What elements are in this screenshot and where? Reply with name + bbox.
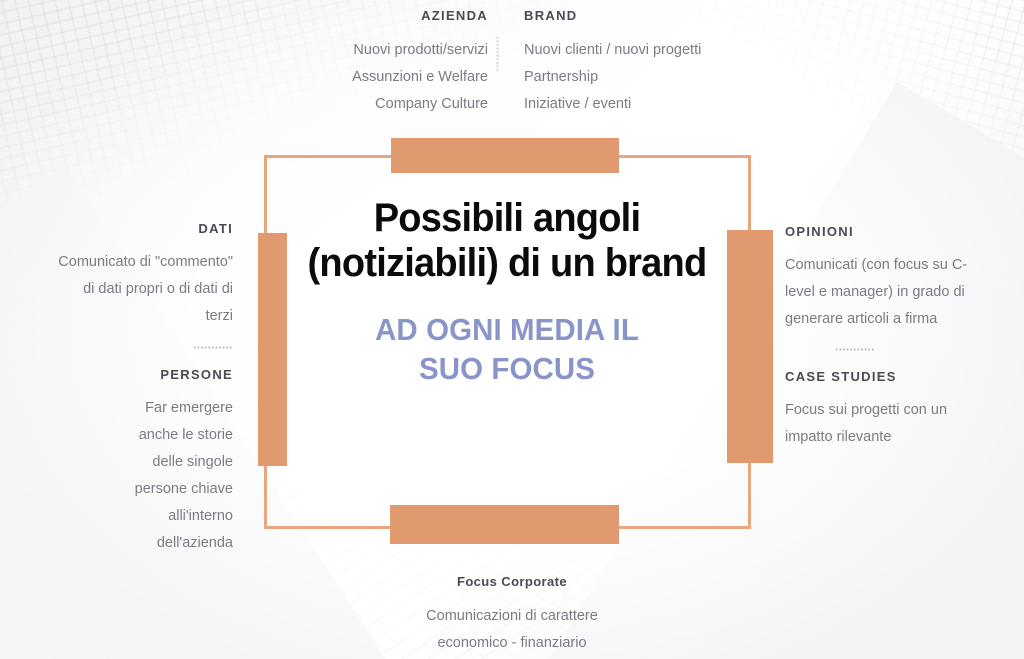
orange-block-bottom xyxy=(390,505,619,544)
case-studies-item: impatto rilevante xyxy=(785,429,892,445)
slide-subtitle: AD OGNI MEDIA IL SUO FOCUS xyxy=(293,310,721,388)
opinioni-item: level e manager) in grado di xyxy=(785,284,965,300)
dotted-divider-icon xyxy=(193,346,233,349)
brand-item: Partnership xyxy=(524,69,599,85)
persone-item: alli'interno xyxy=(168,508,233,524)
case-studies-item: Focus sui progetti con un xyxy=(785,402,948,418)
orange-block-top xyxy=(391,138,619,173)
focus-corporate-item: Comunicazioni di carattere xyxy=(426,608,598,624)
orange-block-right xyxy=(727,230,773,463)
top-column-divider xyxy=(496,36,499,73)
case-studies-group: CASE STUDIES Focus sui progetti con un i… xyxy=(785,369,985,451)
slide-title-line1: Possibili angoli xyxy=(373,196,641,240)
dati-item: Comunicato di "commento" xyxy=(58,254,233,270)
azienda-column: AZIENDA Nuovi prodotti/servizi Assunzion… xyxy=(344,8,488,118)
azienda-item: Company Culture xyxy=(375,96,488,112)
persone-item: dell'azienda xyxy=(156,535,233,551)
persone-heading: PERSONE xyxy=(160,367,233,382)
persone-item: persone chiave xyxy=(134,481,233,497)
opinioni-item: Comunicati (con focus su C- xyxy=(785,257,968,273)
persone-group: PERSONE Far emergere anche le storie del… xyxy=(20,367,233,557)
slide-title-line2: (notiziabili) di un brand xyxy=(307,241,708,285)
dotted-divider-icon xyxy=(835,348,875,351)
slide-subtitle-line1: AD OGNI MEDIA IL xyxy=(375,312,639,347)
bottom-section: Focus Corporate Comunicazioni di caratte… xyxy=(357,574,667,657)
dati-heading: DATI xyxy=(198,221,233,236)
dati-item: di dati propri o di dati di xyxy=(83,281,233,297)
center-section: Possibili angoli (notiziabili) di un bra… xyxy=(282,196,732,388)
right-section: OPINIONI Comunicati (con focus su C- lev… xyxy=(785,224,985,451)
persone-item: anche le storie xyxy=(138,427,233,443)
persone-item: Far emergere xyxy=(145,400,233,416)
focus-corporate-heading: Focus Corporate xyxy=(456,574,567,589)
slide-subtitle-line2: SUO FOCUS xyxy=(419,351,595,386)
focus-corporate-item: economico - finanziario xyxy=(437,635,587,651)
brand-item: Nuovi clienti / nuovi progetti xyxy=(524,42,702,58)
opinioni-item: generare articoli a firma xyxy=(785,311,938,327)
persone-item: delle singole xyxy=(152,454,233,470)
brand-item: Iniziative / eventi xyxy=(524,96,632,112)
left-section: DATI Comunicato di "commento" di dati pr… xyxy=(20,221,233,557)
brand-heading: BRAND xyxy=(524,8,578,23)
brand-column: BRAND Nuovi clienti / nuovi progetti Par… xyxy=(524,8,724,118)
azienda-item: Assunzioni e Welfare xyxy=(352,69,488,85)
opinioni-heading: OPINIONI xyxy=(785,224,854,239)
top-section: AZIENDA Nuovi prodotti/servizi Assunzion… xyxy=(344,8,724,118)
azienda-heading: AZIENDA xyxy=(421,8,488,23)
slide-title: Possibili angoli (notiziabili) di un bra… xyxy=(293,196,721,286)
case-studies-heading: CASE STUDIES xyxy=(785,369,897,384)
dati-item: terzi xyxy=(205,308,233,324)
slide-canvas: AZIENDA Nuovi prodotti/servizi Assunzion… xyxy=(0,0,1024,659)
azienda-item: Nuovi prodotti/servizi xyxy=(353,42,488,58)
dotted-divider-icon xyxy=(496,36,499,73)
